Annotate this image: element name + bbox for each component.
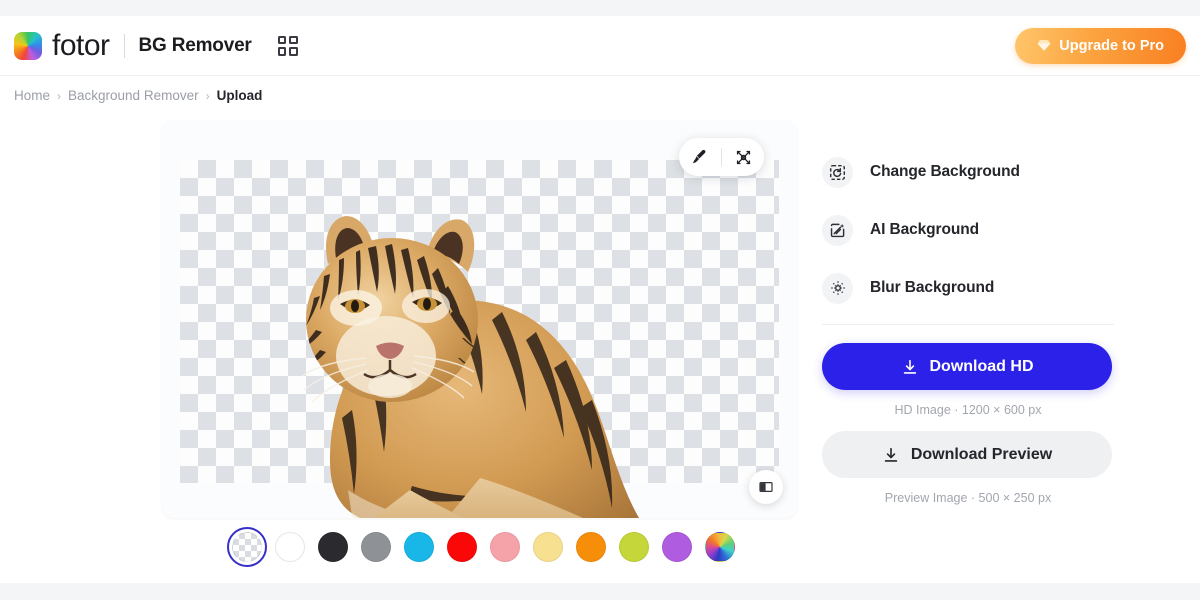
option-change-background[interactable]: Change Background: [822, 148, 1114, 196]
image-canvas[interactable]: [162, 120, 797, 518]
brush-tool-button[interactable]: [679, 138, 721, 176]
option-label: Blur Background: [870, 279, 995, 296]
download-preview-button[interactable]: Download Preview: [822, 431, 1112, 478]
option-ai-background[interactable]: AI Background: [822, 206, 1114, 254]
blur-background-icon: [822, 272, 853, 304]
color-wheel-icon[interactable]: [14, 31, 42, 60]
download-icon: [884, 447, 898, 462]
download-preview-note: Preview Image · 500 × 250 px: [884, 491, 1052, 505]
magic-eraser-tool-button[interactable]: [722, 138, 764, 176]
option-label: Change Background: [870, 163, 1020, 180]
panel-divider: [822, 324, 1114, 325]
before-after-compare-button[interactable]: [749, 470, 783, 504]
page-title: BG Remover: [138, 34, 252, 56]
swatch-transparent[interactable]: [227, 527, 267, 567]
breadcrumb-separator: ›: [57, 88, 62, 103]
swatch-red[interactable]: [447, 532, 477, 562]
download-hd-button[interactable]: Download HD: [822, 343, 1112, 390]
top-strip: [0, 0, 1200, 16]
option-label: AI Background: [870, 221, 979, 238]
breadcrumb-separator: ›: [205, 88, 210, 103]
swatch-cyan[interactable]: [404, 532, 434, 562]
swatch-yellow-green[interactable]: [619, 532, 649, 562]
app-page: fotor BG Remover Upgrade to Pro Home › B…: [0, 0, 1200, 600]
upgrade-to-pro-button[interactable]: Upgrade to Pro: [1015, 27, 1186, 64]
change-background-icon: [822, 156, 853, 188]
swatch-light-yellow[interactable]: [533, 532, 563, 562]
download-hd-label: Download HD: [929, 357, 1034, 375]
header-divider: [123, 33, 125, 58]
swatch-custom-color-picker[interactable]: [705, 532, 735, 562]
footer-strip: [0, 583, 1200, 600]
magic-eraser-icon: [736, 150, 750, 164]
download-hd-note: HD Image · 1200 × 600 px: [894, 403, 1042, 417]
app-header: fotor BG Remover Upgrade to Pro: [0, 16, 1200, 76]
option-blur-background[interactable]: Blur Background: [822, 264, 1114, 312]
download-icon: [903, 359, 916, 374]
swatch-white[interactable]: [275, 532, 305, 562]
breadcrumb-item-upload: Upload: [216, 88, 263, 103]
canvas-tool-pill: [679, 138, 764, 176]
breadcrumb: Home › Background Remover › Upload: [14, 88, 262, 103]
tiger-cub-cutout: [301, 216, 640, 518]
swatch-purple[interactable]: [662, 532, 692, 562]
before-after-compare-icon: [759, 482, 773, 492]
swatch-pink[interactable]: [490, 532, 520, 562]
swatch-black[interactable]: [318, 532, 348, 562]
upgrade-label: Upgrade to Pro: [1059, 37, 1164, 54]
ai-background-icon: [822, 214, 853, 246]
download-preview-label: Download Preview: [910, 445, 1053, 463]
editor-options-panel: Change Background AI Background Blur Bac…: [822, 148, 1114, 519]
brush-icon: [693, 149, 706, 164]
breadcrumb-item-home[interactable]: Home: [14, 88, 50, 103]
logo-text[interactable]: fotor: [52, 30, 110, 61]
gem-icon: [1037, 40, 1051, 51]
grid-apps-icon[interactable]: [277, 35, 298, 56]
breadcrumb-item-background-remover[interactable]: Background Remover: [68, 88, 199, 103]
swatch-orange[interactable]: [576, 532, 606, 562]
swatch-gray[interactable]: [361, 532, 391, 562]
background-color-swatches: [227, 527, 735, 567]
